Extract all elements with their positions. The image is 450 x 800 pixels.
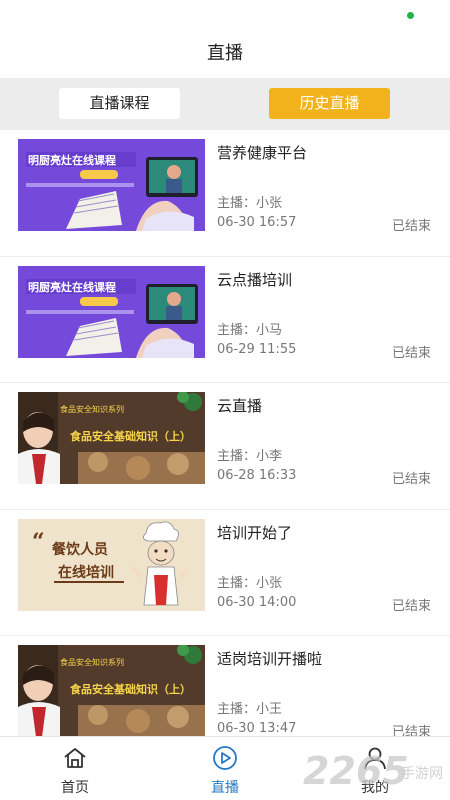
item-title: 营养健康平台 [217, 144, 308, 162]
status-badge: 已结束 [391, 725, 431, 736]
watermark-text: 2265 [303, 749, 409, 793]
home-icon [64, 748, 86, 768]
list-item[interactable]: “ 餐饮人员 在线培训 培训开始了 主播：小张 06-30 14:00 已结束 [0, 510, 450, 636]
thumbnail-chef-course: 明厨亮灶在线课程 [18, 139, 205, 231]
item-time: 06-28 16:33 [217, 468, 297, 483]
status-badge: 已结束 [391, 345, 431, 361]
item-title: 适岗培训开播啦 [217, 650, 323, 668]
list-item[interactable]: 明厨亮灶在线课程 营养健康平台 主播：小张 06-30 16:57 已结束 [0, 130, 450, 257]
thumb-title-line1: 餐饮人员 [51, 541, 108, 558]
live-list: 明厨亮灶在线课程 营养健康平台 主播：小张 06-30 16:57 已结束 明厨… [0, 130, 450, 736]
thumb-title-text: 食品安全基础知识（上） [70, 429, 191, 443]
item-time: 06-30 13:47 [217, 721, 297, 736]
thumbnail-catering-training: “ 餐饮人员 在线培训 [18, 518, 205, 611]
svg-text:食品安全知识系列: 食品安全知识系列 [60, 404, 124, 414]
thumb-title-line2: 在线培训 [58, 564, 114, 581]
status-badge: 已结束 [391, 598, 431, 614]
svg-text:食品安全知识系列: 食品安全知识系列 [60, 657, 124, 667]
tab-live-label: 直播 [211, 780, 239, 796]
status-bar [0, 0, 450, 30]
thumb-title-text: 食品安全基础知识（上） [70, 682, 191, 696]
thumbnail-food-safety: 食品安全知识系列 食品安全基础知识（上） [18, 392, 205, 484]
item-title: 云点播培训 [217, 270, 293, 289]
thumb-title-text: 明厨亮灶在线课程 [28, 153, 116, 167]
item-time: 06-30 14:00 [217, 594, 297, 610]
tab-live-courses[interactable]: 直播课程 [59, 88, 180, 119]
svg-text:“: “ [32, 529, 45, 555]
item-title: 培训开始了 [217, 523, 293, 542]
thumbnail-chef-course: 明厨亮灶在线课程 [18, 265, 205, 358]
item-title: 云直播 [217, 397, 263, 415]
tab-live[interactable]: 直播 [150, 737, 300, 800]
item-host: 主播：小张 [217, 196, 283, 211]
item-host: 主播：小马 [217, 322, 283, 338]
status-badge: 已结束 [391, 472, 431, 487]
list-item[interactable]: 明厨亮灶在线课程 云点播培训 主播：小马 06-29 11:55 已结束 [0, 257, 450, 383]
tab-history-live[interactable]: 历史直播 [269, 88, 390, 119]
item-host: 主播：小王 [217, 702, 283, 717]
thumbnail-food-safety: 食品安全知识系列 食品安全基础知识（上） [18, 645, 205, 736]
item-host: 主播：小李 [217, 449, 283, 464]
item-time: 06-30 16:57 [217, 215, 297, 230]
page-title: 直播 [207, 43, 243, 64]
tab-home[interactable]: 首页 [0, 737, 150, 800]
segment-control: 直播课程 历史直播 [0, 78, 450, 130]
status-badge: 已结束 [391, 219, 431, 234]
signal-dot-icon [407, 12, 414, 19]
page-header: 直播 [0, 30, 450, 78]
item-time: 06-29 11:55 [217, 341, 297, 357]
play-circle-icon [213, 746, 237, 770]
thumb-title-text: 明厨亮灶在线课程 [28, 280, 116, 294]
watermark-sub: 手游网 [401, 766, 443, 782]
tab-home-label: 首页 [61, 780, 89, 796]
watermark-logo: 2265 手游网 [303, 749, 443, 793]
list-item[interactable]: 食品安全知识系列 食品安全基础知识（上） 适岗培训开播啦 主播：小王 06-30… [0, 636, 450, 736]
list-item[interactable]: 食品安全知识系列 食品安全基础知识（上） 云直播 主播：小李 06-28 16:… [0, 383, 450, 510]
item-host: 主播：小张 [217, 575, 283, 591]
